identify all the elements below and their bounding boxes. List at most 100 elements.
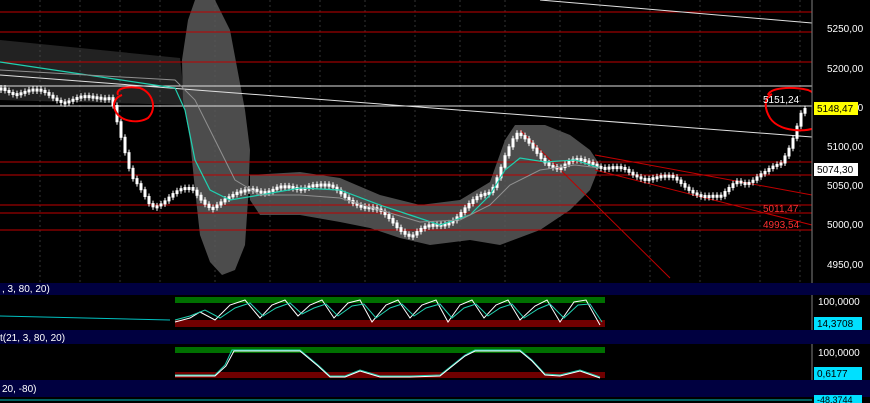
candle-body (675, 176, 679, 181)
candle-body (19, 92, 23, 96)
trading-chart[interactable]: 5250,005200,005150,005100,005050,005000,… (0, 0, 870, 403)
candle-body (679, 179, 683, 185)
candle-body (151, 203, 155, 208)
candle-body (515, 132, 519, 140)
candle-body (399, 227, 403, 232)
candle-body (63, 101, 67, 105)
candle-body (323, 183, 327, 187)
candle-body (783, 155, 787, 164)
candle-body (471, 199, 475, 204)
candle-body (791, 137, 795, 149)
candle-body (771, 165, 775, 170)
candle-body (71, 98, 75, 102)
candle-body (483, 192, 487, 196)
candle-body (67, 100, 71, 104)
indicator-1-value-tag: 14,3708 (817, 319, 854, 330)
candle-body (631, 171, 635, 176)
candle-body (507, 146, 511, 157)
candle-body (79, 95, 83, 99)
candle-body (51, 94, 55, 99)
candle-body (583, 159, 587, 163)
candle-body (235, 191, 239, 196)
candle-body (395, 222, 399, 229)
candle-body (423, 225, 427, 229)
mid-tag: 5074,30 (817, 165, 854, 176)
candle-body (723, 191, 727, 197)
candle-body (559, 166, 563, 170)
indicator-3-header[interactable] (0, 380, 870, 397)
candle-body (419, 227, 423, 233)
candle-body (307, 185, 311, 189)
candle-body (503, 155, 507, 168)
price-axis-label: 5000,00 (827, 220, 864, 231)
candle-body (287, 185, 291, 189)
indicator-1-oversold-zone (175, 320, 605, 327)
candle-body (271, 188, 275, 192)
indicator-1-header[interactable] (0, 283, 870, 295)
price-axis-label: 4950,00 (827, 260, 864, 271)
candle-body (23, 90, 27, 94)
candle-body (91, 95, 95, 99)
candle-body (475, 196, 479, 201)
candle-body (239, 190, 243, 194)
candle-body (463, 207, 467, 214)
candle-body (167, 196, 171, 202)
candle-body (511, 138, 515, 148)
candle-body (147, 196, 151, 205)
candle-body (175, 190, 179, 195)
candle-body (315, 183, 319, 187)
candle-body (403, 230, 407, 235)
candle-body (487, 191, 491, 195)
candle-body (359, 204, 363, 208)
candle-body (411, 234, 415, 238)
candle-body (131, 167, 135, 180)
candle-body (671, 175, 675, 179)
candle-body (639, 176, 643, 180)
candle-body (535, 147, 539, 154)
last-price-tag: 5148,47 (817, 104, 854, 115)
candle-body (87, 95, 91, 99)
candle-body (207, 203, 211, 208)
candle-body (95, 96, 99, 100)
candle-body (711, 194, 715, 198)
candle-body (15, 93, 19, 97)
candle-body (735, 180, 739, 185)
candle-body (447, 222, 451, 226)
candle-body (283, 185, 287, 189)
candle-body (391, 217, 395, 224)
candle-body (547, 162, 551, 167)
candle-body (775, 163, 779, 167)
candle-body (603, 166, 607, 170)
candle-body (327, 183, 331, 187)
candle-body (199, 194, 203, 201)
candle-body (427, 224, 431, 228)
candle-body (11, 92, 15, 96)
candle-body (551, 165, 555, 169)
candle-body (479, 194, 483, 198)
candle-body (407, 233, 411, 237)
candle-body (751, 179, 755, 183)
candle-body (47, 92, 51, 96)
candle-body (343, 193, 347, 198)
candle-body (683, 183, 687, 188)
candle-body (643, 177, 647, 181)
candle-body (611, 166, 615, 170)
candle-body (183, 187, 187, 191)
candle-body (331, 184, 335, 188)
candle-body (363, 205, 367, 209)
candle-body (159, 203, 163, 207)
candle-body (431, 223, 435, 227)
candle-body (739, 180, 743, 184)
indicator-2-header[interactable] (0, 330, 870, 344)
candle-body (567, 160, 571, 165)
candle-body (259, 190, 263, 194)
indicator-2-title: t(21, 3, 80, 20) (0, 333, 65, 344)
indicator-1-axis-top: 100,0000 (818, 297, 860, 308)
candle-body (707, 195, 711, 199)
candle-body (699, 194, 703, 198)
low-tag-2: 4993,54 (763, 220, 800, 231)
candle-body (591, 161, 595, 165)
candle-body (275, 186, 279, 190)
candle-body (231, 194, 235, 198)
candle-body (127, 152, 131, 169)
